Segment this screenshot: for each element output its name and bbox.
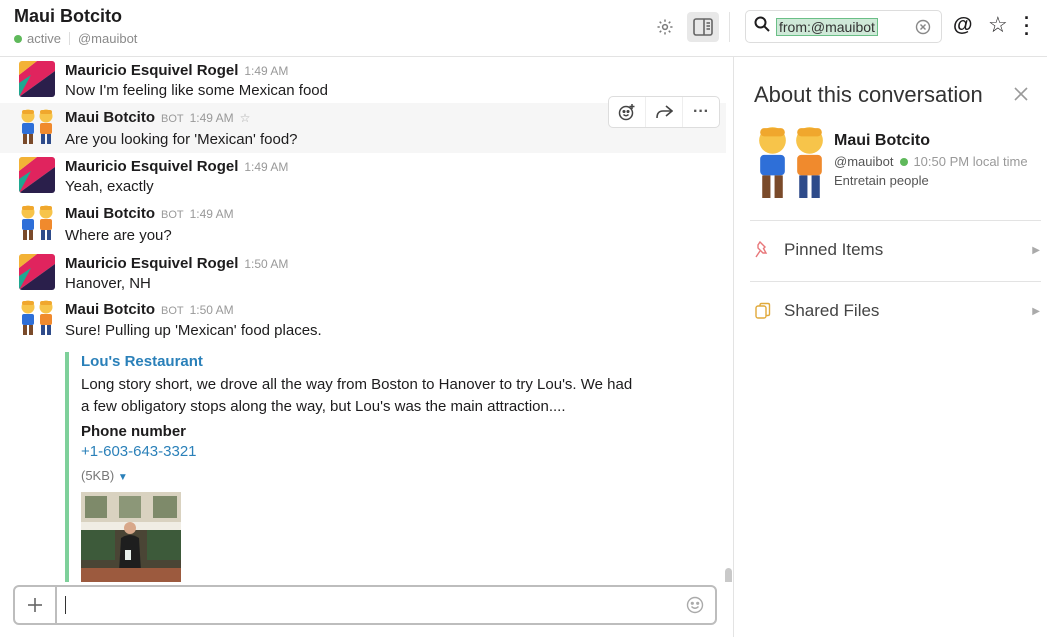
text-cursor: [65, 596, 66, 614]
avatar[interactable]: [19, 61, 55, 97]
profile-handle: @mauibot: [834, 154, 894, 169]
message-author[interactable]: Maui Botcito BOT 1:49 AM ☆: [65, 109, 250, 126]
message-text: Are you looking for 'Mexican' food?: [65, 131, 298, 148]
scrollbar[interactable]: [725, 568, 732, 582]
clear-search-icon[interactable]: [915, 19, 931, 40]
search-input[interactable]: from:@mauibot: [776, 17, 878, 36]
message-timestamp[interactable]: 1:50 AM: [190, 303, 234, 317]
sidebar-divider: [750, 220, 1041, 221]
profile-name[interactable]: Maui Botcito: [834, 132, 930, 150]
message-author[interactable]: Maui Botcito BOT 1:50 AM: [65, 301, 234, 318]
presence-status: active: [27, 31, 61, 46]
sidebar-title: About this conversation: [754, 82, 983, 107]
pinned-items-section[interactable]: Pinned Items ▶: [754, 235, 1040, 265]
phone-link[interactable]: +1-603-643-3321: [81, 443, 665, 460]
shared-files-label: Shared Files: [784, 301, 880, 320]
details-sidebar: About this conversation Maui Botcito @ma…: [733, 57, 1047, 637]
bot-badge: BOT: [161, 305, 184, 317]
message-text: Hanover, NH: [65, 275, 151, 292]
message-author[interactable]: Maui Botcito BOT 1:49 AM: [65, 205, 234, 222]
avatar[interactable]: [19, 254, 55, 290]
sidebar-divider: [750, 281, 1041, 282]
more-options-icon[interactable]: · · ·: [1024, 9, 1030, 43]
profile-handle-row: @mauibot 10:50 PM local time: [834, 154, 1028, 169]
channel-meta: active @mauibot: [14, 31, 137, 46]
chevron-right-icon: ▶: [1032, 244, 1040, 256]
search-icon: [754, 16, 770, 37]
shared-files-section[interactable]: Shared Files ▶: [754, 296, 1040, 326]
header-divider: [729, 12, 730, 42]
channel-header: Maui Botcito active @mauibot from:@mauib…: [0, 0, 1047, 57]
avatar[interactable]: [19, 299, 55, 335]
bot-badge: BOT: [161, 209, 184, 221]
message-author[interactable]: Mauricio Esquivel Rogel 1:49 AM: [65, 62, 288, 79]
message-text: Yeah, exactly: [65, 178, 154, 195]
avatar[interactable]: [19, 108, 55, 144]
message-actions: ···: [608, 96, 720, 128]
message-timestamp[interactable]: 1:50 AM: [244, 257, 288, 271]
channel-title[interactable]: Maui Botcito: [14, 6, 122, 27]
message-timestamp[interactable]: 1:49 AM: [244, 64, 288, 78]
attachment-image[interactable]: [81, 492, 181, 582]
profile-avatar[interactable]: [754, 124, 828, 198]
search-box[interactable]: from:@mauibot: [745, 10, 942, 43]
add-attachment-button[interactable]: [15, 587, 57, 623]
profile-local-time: 10:50 PM local time: [913, 154, 1028, 169]
attachment-description: Long story short, we drove all the way f…: [81, 376, 633, 415]
add-reaction-icon[interactable]: [609, 97, 646, 127]
message-item: Maui Botcito BOT 1:49 AM Where are you?: [0, 201, 726, 251]
star-message-icon[interactable]: ☆: [240, 111, 251, 125]
message-text: Now I'm feeling like some Mexican food: [65, 82, 328, 99]
channel-handle[interactable]: @mauibot: [78, 31, 137, 46]
message-author[interactable]: Mauricio Esquivel Rogel 1:50 AM: [65, 255, 288, 272]
attachment-field-label: Phone number: [81, 423, 187, 440]
avatar[interactable]: [19, 157, 55, 193]
meta-divider: [68, 32, 70, 45]
mentions-icon[interactable]: @: [953, 14, 973, 37]
gear-icon[interactable]: [649, 12, 681, 42]
presence-dot: [14, 34, 22, 43]
message-timestamp[interactable]: 1:49 AM: [190, 207, 234, 221]
chevron-right-icon: ▶: [1032, 305, 1040, 317]
message-item: Mauricio Esquivel Rogel 1:49 AM Yeah, exa…: [0, 153, 726, 201]
message-list[interactable]: Mauricio Esquivel Rogel 1:49 AM Now I'm f…: [0, 57, 733, 582]
message-timestamp[interactable]: 1:49 AM: [244, 160, 288, 174]
presence-dot: [900, 157, 909, 166]
more-actions-icon[interactable]: ···: [683, 97, 719, 127]
bot-badge: BOT: [161, 113, 184, 125]
message-composer: [13, 585, 717, 625]
message-author[interactable]: Mauricio Esquivel Rogel 1:49 AM: [65, 158, 288, 175]
attachment-size-toggle[interactable]: (5KB) ▼: [81, 468, 665, 483]
message-text: Where are you?: [65, 227, 172, 244]
message-item: Mauricio Esquivel Rogel 1:50 AM Hanover, …: [0, 251, 726, 297]
pinned-items-label: Pinned Items: [784, 240, 884, 259]
pin-icon: [754, 241, 776, 259]
emoji-picker-icon[interactable]: [675, 587, 715, 623]
share-message-icon[interactable]: [646, 97, 683, 127]
attachment-size: (5KB): [81, 468, 115, 483]
avatar[interactable]: [19, 204, 55, 240]
message-timestamp[interactable]: 1:49 AM: [190, 111, 234, 125]
star-icon[interactable]: ☆: [988, 12, 1008, 38]
details-panel-icon[interactable]: [687, 12, 719, 42]
message-input[interactable]: [57, 587, 675, 623]
close-icon[interactable]: [1013, 84, 1029, 106]
message-text: Sure! Pulling up 'Mexican' food places.: [65, 322, 322, 339]
message-attachment: Lou's Restaurant Long story short, we dr…: [65, 352, 665, 582]
caret-down-icon: ▼: [117, 472, 128, 483]
profile-description: Entretain people: [834, 173, 929, 188]
files-icon: [754, 302, 776, 320]
attachment-title-link[interactable]: Lou's Restaurant: [81, 353, 665, 370]
